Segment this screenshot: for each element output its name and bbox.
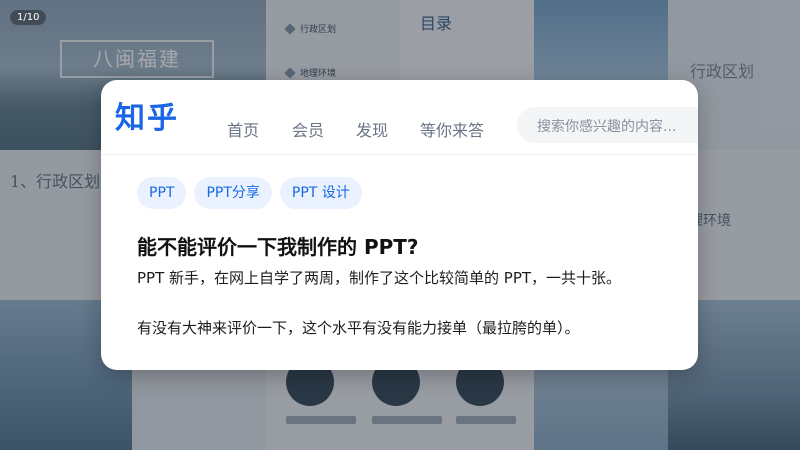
site-header: 知乎 首页 会员 发现 等你来答 搜索你感兴趣的内容... bbox=[101, 80, 698, 155]
nav-membership[interactable]: 会员 bbox=[292, 117, 324, 141]
topic-tags: PPT PPT分享 PPT 设计 bbox=[137, 177, 362, 209]
nav-home[interactable]: 首页 bbox=[227, 117, 259, 141]
zhihu-logo[interactable]: 知乎 bbox=[115, 104, 179, 134]
search-input[interactable]: 搜索你感兴趣的内容... bbox=[517, 107, 698, 143]
question-title[interactable]: 能不能评价一下我制作的 PPT? bbox=[137, 231, 419, 260]
topic-tag[interactable]: PPT 设计 bbox=[279, 177, 362, 209]
search-placeholder: 搜索你感兴趣的内容... bbox=[537, 119, 677, 135]
topic-tag[interactable]: PPT bbox=[137, 177, 187, 209]
nav-waiting-answers[interactable]: 等你来答 bbox=[420, 117, 484, 141]
topic-tag[interactable]: PPT分享 bbox=[194, 177, 272, 209]
question-body-line: PPT 新手，在网上自学了两周，制作了这个比较简单的 PPT，一共十张。 bbox=[137, 269, 622, 287]
nav-discover[interactable]: 发现 bbox=[356, 117, 388, 141]
question-body-line: 有没有大神来评价一下，这个水平有没有能力接单（最拉胯的单）。 bbox=[137, 319, 580, 337]
question-card: 知乎 首页 会员 发现 等你来答 搜索你感兴趣的内容... PPT PPT分享 … bbox=[101, 80, 698, 370]
slide-counter: 1/10 bbox=[10, 10, 47, 25]
